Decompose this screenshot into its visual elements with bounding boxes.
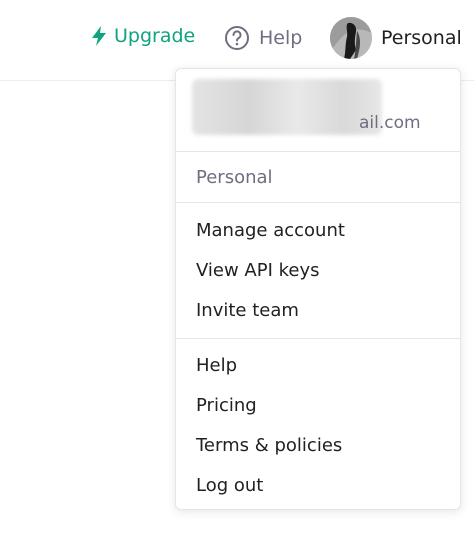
upgrade-button[interactable]: Upgrade [90,25,195,47]
log-out-item[interactable]: Log out [176,465,460,505]
view-api-keys-item[interactable]: View API keys [176,250,460,290]
lightning-bolt-icon [90,25,108,47]
account-label: Personal [381,27,462,49]
terms-policies-item[interactable]: Terms & policies [176,425,460,465]
manage-account-item[interactable]: Manage account [176,210,460,250]
email-address: ail.com [359,113,421,133]
email-section: ail.com [176,69,460,152]
account-menu-button[interactable]: Personal [330,17,462,59]
pricing-item[interactable]: Pricing [176,385,460,425]
upgrade-label: Upgrade [114,25,196,47]
help-label: Help [259,27,303,49]
support-section: Help Pricing Terms & policies Log out [176,339,460,513]
question-circle-icon [224,25,250,51]
account-dropdown-menu: ail.com Personal Manage account View API… [175,68,461,510]
account-section: Manage account View API keys Invite team [176,203,460,339]
help-button[interactable]: Help [224,25,302,51]
workspace-label: Personal [176,152,460,203]
redacted-email-blur [192,79,382,135]
avatar [330,17,372,59]
invite-team-item[interactable]: Invite team [176,290,460,330]
help-item[interactable]: Help [176,345,460,385]
